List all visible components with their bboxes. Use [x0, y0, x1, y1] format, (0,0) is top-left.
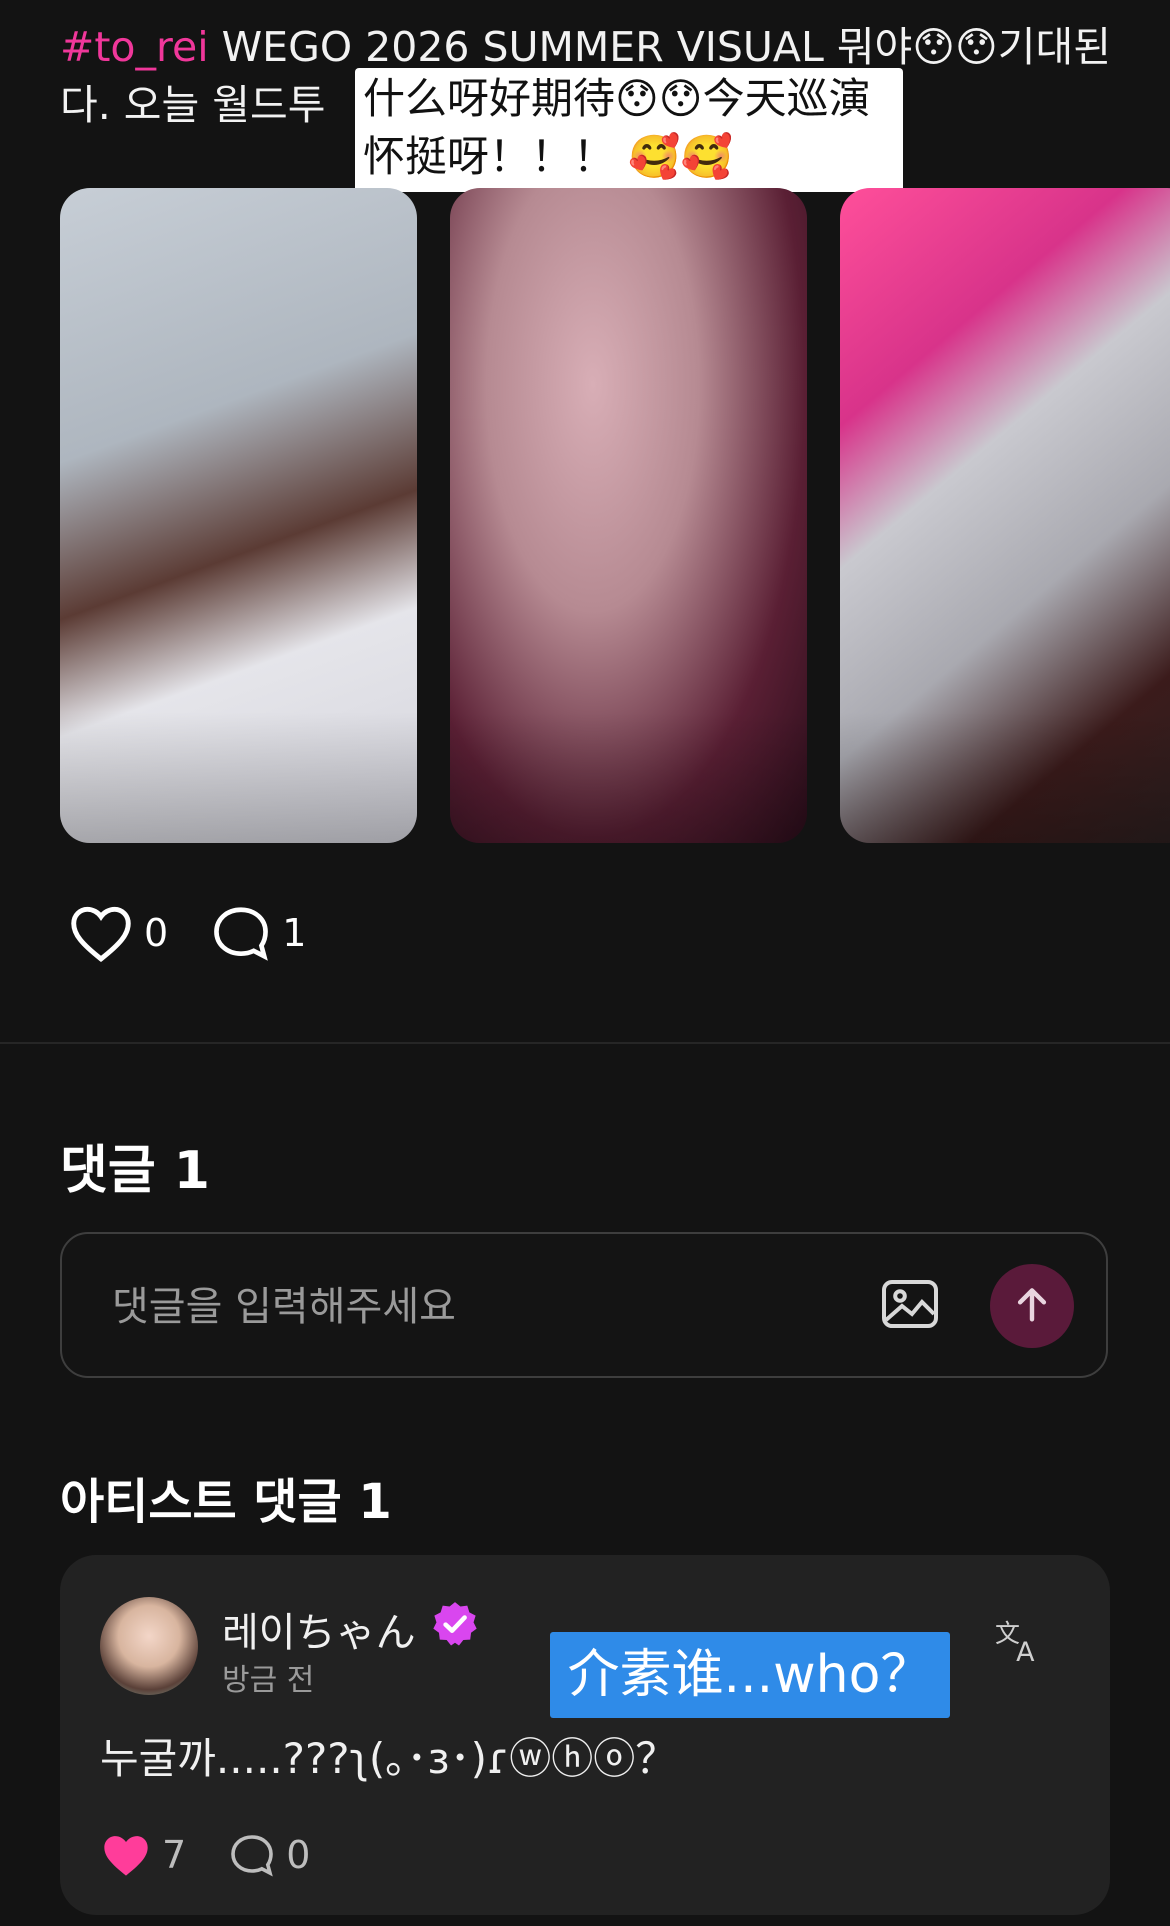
- svg-text:A: A: [1016, 1637, 1035, 1665]
- comment-text: 누굴까.....???ʅ(｡･ɜ･)ɾⓦⓗⓞ？: [100, 1734, 678, 1783]
- comment-reply-button[interactable]: 0: [228, 1832, 310, 1878]
- attach-image-button[interactable]: [880, 1276, 940, 1332]
- translation-overlay-who: 介素谁...who？: [550, 1632, 950, 1718]
- translate-button[interactable]: 文A: [995, 1617, 1045, 1669]
- avatar[interactable]: [100, 1597, 198, 1695]
- comment-bubble-icon: [210, 903, 272, 963]
- hashtag-link[interactable]: #to_rei: [60, 23, 209, 71]
- comment-box: [60, 1232, 1108, 1378]
- translate-icon: 文A: [995, 1619, 1045, 1669]
- heart-outline-icon: [68, 903, 134, 963]
- send-button[interactable]: [990, 1264, 1074, 1348]
- verified-badge-icon: [430, 1599, 480, 1659]
- comment-like-button[interactable]: 7: [100, 1831, 186, 1879]
- post-stats: 0 1: [68, 903, 306, 963]
- author-name: 레이ちゃん: [222, 1610, 416, 1656]
- comment-input[interactable]: [110, 1278, 814, 1336]
- artist-comment-card: 레이ちゃん 방금 전 文A 介素谁...who？ 누굴까.....???ʅ(｡･…: [60, 1555, 1110, 1915]
- like-count: 0: [144, 911, 169, 955]
- section-divider: [0, 1042, 1170, 1044]
- comment-time: 방금 전: [222, 1663, 315, 1698]
- carousel-image-3[interactable]: [840, 188, 1170, 843]
- translation-overlay: 什么呀好期待😯😯今天巡演怀挺呀！！！ 🥰🥰: [355, 68, 903, 192]
- comment-like-count: 7: [162, 1833, 187, 1877]
- image-carousel[interactable]: [60, 188, 1170, 848]
- arrow-up-icon: [1015, 1285, 1049, 1327]
- comment-author[interactable]: 레이ちゃん: [222, 1599, 480, 1659]
- comment-button[interactable]: 1: [210, 903, 306, 963]
- like-button[interactable]: 0: [68, 903, 168, 963]
- comments-title: 댓글 1: [60, 1141, 210, 1201]
- image-icon: [880, 1280, 940, 1336]
- comment-stats: 7 0: [100, 1831, 310, 1879]
- carousel-image-2[interactable]: [450, 188, 807, 843]
- comment-bubble-icon: [228, 1832, 276, 1878]
- comment-reply-count: 0: [286, 1833, 311, 1877]
- heart-filled-icon: [100, 1831, 152, 1879]
- carousel-image-1[interactable]: [60, 188, 417, 843]
- artist-comments-title: 아티스트 댓글 1: [60, 1474, 392, 1530]
- comment-count: 1: [282, 911, 307, 955]
